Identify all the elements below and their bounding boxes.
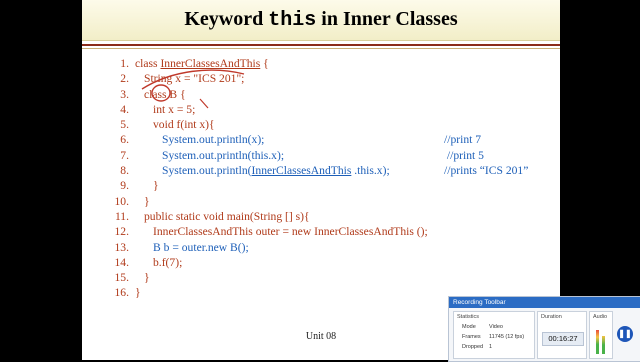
code-text: } xyxy=(144,270,150,285)
code-line: 7. System.out.println(this.x); //print 5 xyxy=(107,148,484,163)
code-text: b.f(7); xyxy=(153,255,182,270)
dropped-row: Dropped 1 xyxy=(462,344,492,350)
code-token: InnerClassesAndThis xyxy=(251,164,352,178)
line-number: 11. xyxy=(114,209,129,223)
line-number: 16. xyxy=(114,286,130,300)
code-token: InnerClassesAndThis xyxy=(160,57,261,70)
line-number: 10. xyxy=(114,194,130,208)
line-number: 1. xyxy=(120,57,129,70)
title-keyword: this xyxy=(268,9,317,32)
line-number: 15. xyxy=(114,271,130,285)
code-text: System.out.println(InnerClassesAndThis .… xyxy=(162,163,390,178)
code-text: InnerClassesAndThis outer = new InnerCla… xyxy=(153,224,428,239)
code-text: System.out.println(this.x); xyxy=(162,148,284,163)
code-line: 10.} xyxy=(107,194,428,209)
code-listing: 1. class InnerClassesAndThis {2. String x … xyxy=(107,56,529,301)
mode-row: Mode Video xyxy=(462,324,503,330)
code-token: System.out.println(x); xyxy=(162,133,265,147)
code-token: .this.x); xyxy=(351,164,390,178)
code-line: 4. int x = 5; xyxy=(107,102,428,117)
code-token: String x = "ICS 201"; xyxy=(144,72,245,86)
code-token: b.f(7); xyxy=(153,255,183,269)
frames-row: Frames 11745 (12 fps) xyxy=(462,334,524,340)
frames-value: 11745 (12 fps) xyxy=(489,334,525,340)
audio-panel: Audio xyxy=(589,311,613,359)
code-token: int x = 5; xyxy=(153,102,196,116)
code-line: 3. class B { xyxy=(107,87,428,102)
code-token: void f(int x){ xyxy=(153,118,215,132)
code-token: InnerClassesAndThis outer = new InnerCla… xyxy=(153,225,428,239)
code-token: public static void main(String [] s){ xyxy=(144,209,310,223)
code-comment: //prints “ICS 201” xyxy=(444,164,529,178)
code-text: class B { xyxy=(144,87,186,102)
mode-value: Video xyxy=(489,324,503,330)
title-rule-thin xyxy=(82,48,560,49)
code-comment: //print 5 xyxy=(444,148,484,162)
code-token: } xyxy=(144,271,150,285)
code-line: 9.} xyxy=(107,178,428,193)
line-number: 2. xyxy=(120,72,129,86)
duration-label: Duration xyxy=(541,314,562,320)
code-text: } xyxy=(144,194,150,209)
slide-title: Keyword this in Inner Classes xyxy=(82,8,560,32)
title-prefix: Keyword xyxy=(184,8,269,30)
line-number: 14. xyxy=(114,255,130,269)
line-number: 5. xyxy=(120,118,129,132)
duration-value: 00:16:27 xyxy=(542,332,584,346)
code-line: 16.} xyxy=(107,285,428,300)
recording-toolbar-title: Recording Toolbar xyxy=(449,297,640,308)
code-line: 13. B b = outer.new B(); xyxy=(107,240,428,255)
audio-meter-right xyxy=(602,336,605,354)
line-number: 6. xyxy=(120,133,129,147)
dropped-label: Dropped xyxy=(462,344,484,350)
dropped-value: 1 xyxy=(489,344,493,350)
code-token: System.out.println(this.x); xyxy=(162,148,285,162)
code-line: 5. void f(int x){ xyxy=(107,117,428,132)
line-number: 9. xyxy=(120,179,129,193)
code-comment: //print 7 xyxy=(444,133,482,147)
code-text: System.out.println(x); xyxy=(162,132,264,147)
code-line: 11. public static void main(String [] s){ xyxy=(107,209,428,224)
line-number: 8. xyxy=(120,164,129,178)
code-text: B b = outer.new B(); xyxy=(153,240,249,255)
title-rule xyxy=(82,44,560,46)
line-number: 4. xyxy=(120,102,129,116)
code-line: 6. System.out.println(x); //print 7 xyxy=(107,132,481,147)
pause-icon[interactable]: ❚❚ xyxy=(617,326,633,342)
code-text: } xyxy=(135,285,141,300)
statistics-panel: Statistics Mode Video Frames 11745 (12 fps… xyxy=(453,311,535,359)
code-text: String x = "ICS 201"; xyxy=(144,71,244,86)
title-suffix: in Inner Classes xyxy=(316,8,458,30)
code-text: public static void main(String [] s){ xyxy=(144,209,310,224)
code-token: class xyxy=(135,57,161,70)
recording-toolbar: Recording Toolbar Statistics Mode Video F… xyxy=(448,296,640,362)
duration-panel: Duration 00:16:27 xyxy=(537,311,587,359)
code-line: 1. class InnerClassesAndThis { xyxy=(107,56,428,71)
line-number: 13. xyxy=(114,240,130,254)
line-number: 7. xyxy=(120,148,129,162)
line-number: 12. xyxy=(114,225,130,239)
line-number: 3. xyxy=(120,87,129,101)
frames-label: Frames xyxy=(462,334,481,340)
code-text: } xyxy=(153,178,159,193)
code-token: B b = outer.new B(); xyxy=(153,240,249,254)
code-token: System.out.println( xyxy=(162,164,252,178)
statistics-label: Statistics xyxy=(457,314,480,320)
code-token: } xyxy=(144,194,150,208)
code-text: class InnerClassesAndThis { xyxy=(135,56,269,71)
code-text: void f(int x){ xyxy=(153,117,215,132)
code-token: { xyxy=(260,57,269,70)
mode-label: Mode xyxy=(462,324,476,330)
code-line: 14. b.f(7); xyxy=(107,255,428,270)
code-line: 12. InnerClassesAndThis outer = new Inner… xyxy=(107,224,428,239)
code-token: } xyxy=(135,286,141,300)
audio-label: Audio xyxy=(593,314,608,320)
code-token: class B { xyxy=(144,87,186,101)
code-line: 15.} xyxy=(107,270,428,285)
audio-meter-left xyxy=(596,330,599,354)
code-token: } xyxy=(153,179,159,193)
code-line: 8. System.out.println(InnerClassesAndThis… xyxy=(107,163,528,178)
code-text: int x = 5; xyxy=(153,102,195,117)
code-line: 2. String x = "ICS 201"; xyxy=(107,71,428,86)
